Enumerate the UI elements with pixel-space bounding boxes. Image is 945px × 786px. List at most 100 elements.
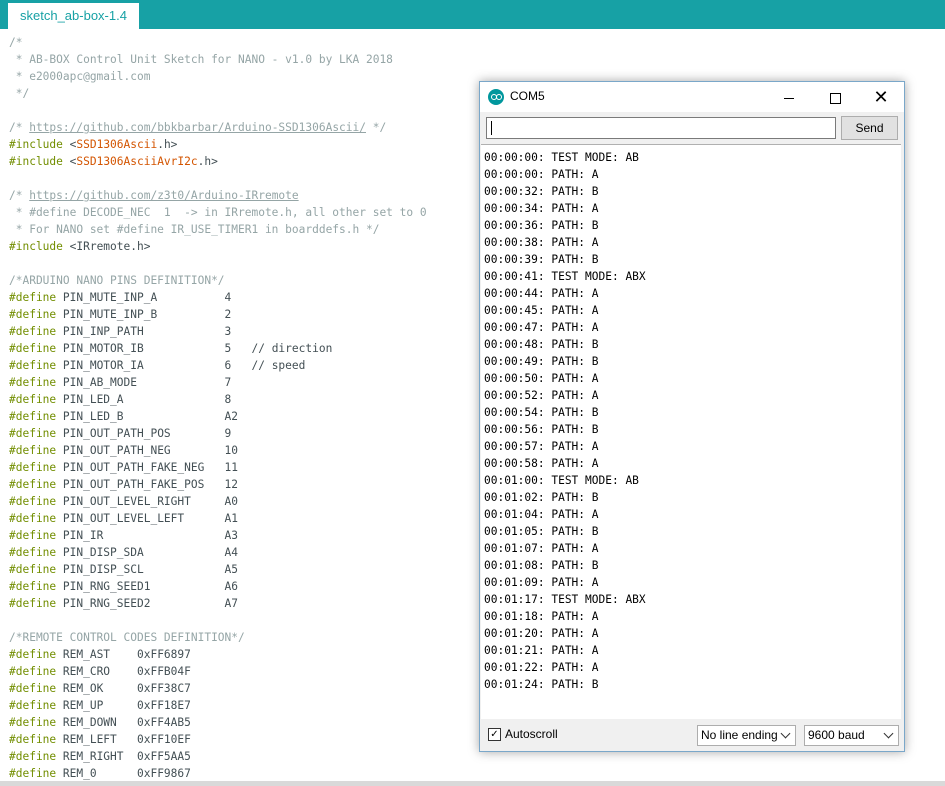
editor-bottom-strip (0, 781, 945, 786)
code-token: PIN_INP_PATH 3 (56, 325, 232, 338)
code-token: */ (9, 87, 30, 100)
code-token: #define (9, 750, 57, 763)
code-token: PIN_OUT_PATH_POS 9 (56, 427, 232, 440)
code-token: PIN_OUT_PATH_FAKE_POS 12 (56, 478, 239, 491)
code-token: PIN_DISP_SDA A4 (56, 546, 239, 559)
serial-output-line: 00:01:24: PATH: B (484, 678, 599, 691)
code-token[interactable]: https://github.com/z3t0/Arduino-IRremote (29, 189, 298, 202)
code-line: #define PIN_OUT_LEVEL_LEFT A1 (9, 510, 238, 527)
code-token: #define (9, 563, 57, 576)
code-line: #define PIN_MUTE_INP_B 2 (9, 306, 231, 323)
chevron-down-icon (780, 728, 791, 739)
code-token: #define (9, 580, 57, 593)
code-token: .h> (157, 138, 178, 151)
code-token: #define (9, 682, 57, 695)
code-token: PIN_OUT_LEVEL_LEFT A1 (56, 512, 239, 525)
code-token: #define (9, 767, 57, 780)
serial-output-line: 00:00:38: PATH: A (484, 236, 599, 249)
code-token: PIN_RNG_SEED1 A6 (56, 580, 239, 593)
code-token: #define (9, 665, 57, 678)
code-token: < (62, 138, 77, 151)
code-token: #define (9, 325, 57, 338)
code-line: /*REMOTE CONTROL CODES DEFINITION*/ (9, 629, 245, 646)
code-token: REM_0 0xFF9867 (56, 767, 191, 780)
serial-output-line: 00:00:39: PATH: B (484, 253, 599, 266)
tab-sketch[interactable]: sketch_ab-box-1.4 (8, 3, 139, 29)
code-line: #define PIN_MOTOR_IA 6 // speed (9, 357, 305, 374)
code-token: #define (9, 461, 57, 474)
code-token: PIN_IR A3 (56, 529, 239, 542)
serial-output-line: 00:00:34: PATH: A (484, 202, 599, 215)
code-line: #define PIN_LED_B A2 (9, 408, 238, 425)
serial-monitor-titlebar[interactable]: COM5 ✕ (480, 82, 904, 112)
code-token: #define (9, 512, 57, 525)
code-token: /*ARDUINO NANO PINS DEFINITION*/ (9, 274, 225, 287)
serial-input[interactable] (486, 117, 836, 139)
serial-output-line: 00:00:54: PATH: B (484, 406, 599, 419)
serial-output-line: 00:00:52: PATH: A (484, 389, 599, 402)
code-line: * #define DECODE_NEC 1 -> in IRremote.h,… (9, 204, 427, 221)
code-token: #define (9, 597, 57, 610)
code-line: #define PIN_OUT_PATH_FAKE_NEG 11 (9, 459, 238, 476)
code-line: #define REM_AST 0xFF6897 (9, 646, 191, 663)
code-token: /* (9, 36, 23, 49)
code-line: #define PIN_OUT_PATH_FAKE_POS 12 (9, 476, 238, 493)
code-token: #define (9, 529, 57, 542)
tab-bar: sketch_ab-box-1.4 (0, 0, 945, 29)
close-icon[interactable]: ✕ (858, 82, 904, 112)
code-line: #define PIN_DISP_SDA A4 (9, 544, 238, 561)
code-line: /* https://github.com/z3t0/Arduino-IRrem… (9, 187, 299, 204)
code-token: REM_UP 0xFF18E7 (56, 699, 191, 712)
serial-output-line: 00:00:57: PATH: A (484, 440, 599, 453)
code-token: #define (9, 478, 57, 491)
code-line: #define PIN_OUT_PATH_POS 9 (9, 425, 231, 442)
code-token: #define (9, 291, 57, 304)
code-token: REM_AST 0xFF6897 (56, 648, 191, 661)
serial-output-line: 00:00:47: PATH: A (484, 321, 599, 334)
serial-output-line: 00:01:05: PATH: B (484, 525, 599, 538)
window-title: COM5 (510, 89, 545, 103)
serial-output-line: 00:00:49: PATH: B (484, 355, 599, 368)
serial-output-line: 00:01:17: TEST MODE: ABX (484, 593, 646, 606)
code-line: #define PIN_MUTE_INP_A 4 (9, 289, 231, 306)
baud-rate-select[interactable]: 9600 baud (804, 725, 899, 746)
code-token: * For NANO set #define IR_USE_TIMER1 in … (9, 223, 380, 236)
code-line: /* https://github.com/bbkbarbar/Arduino-… (9, 119, 386, 136)
code-line: #define PIN_AB_MODE 7 (9, 374, 231, 391)
serial-output-line: 00:01:22: PATH: A (484, 661, 599, 674)
maximize-icon[interactable] (812, 82, 858, 112)
code-token: #define (9, 393, 57, 406)
code-line: #define REM_DOWN 0xFF4AB5 (9, 714, 191, 731)
serial-output-line: 00:00:00: PATH: A (484, 168, 599, 181)
text-caret (491, 121, 492, 135)
serial-output-line: 00:01:00: TEST MODE: AB (484, 474, 639, 487)
code-token: #include (9, 155, 63, 168)
send-button[interactable]: Send (841, 116, 898, 140)
code-line: #define PIN_MOTOR_IB 5 // direction (9, 340, 332, 357)
code-line: /*ARDUINO NANO PINS DEFINITION*/ (9, 272, 225, 289)
line-ending-select[interactable]: No line ending (697, 725, 796, 746)
code-token: PIN_MUTE_INP_A 4 (56, 291, 232, 304)
code-token: REM_RIGHT 0xFF5AA5 (56, 750, 191, 763)
code-token: * e2000apc@gmail.com (9, 70, 151, 83)
code-token: PIN_MOTOR_IB 5 // direction (56, 342, 333, 355)
serial-output-line: 00:01:04: PATH: A (484, 508, 599, 521)
code-token: /* (9, 189, 30, 202)
serial-output-line: 00:00:32: PATH: B (484, 185, 599, 198)
minimize-icon[interactable] (766, 82, 812, 112)
code-token: SSD1306Ascii (76, 138, 158, 151)
code-line: * e2000apc@gmail.com (9, 68, 151, 85)
code-line: #define REM_RIGHT 0xFF5AA5 (9, 748, 191, 765)
code-line: #include <SSD1306Ascii.h> (9, 136, 177, 153)
code-token: #define (9, 376, 57, 389)
code-token: PIN_OUT_PATH_NEG 10 (56, 444, 239, 457)
serial-output[interactable]: 00:00:00: TEST MODE: AB 00:00:00: PATH: A… (481, 144, 901, 719)
code-line: #define PIN_DISP_SCL A5 (9, 561, 238, 578)
code-token[interactable]: https://github.com/bbkbarbar/Arduino-SSD… (29, 121, 366, 134)
code-token: #define (9, 427, 57, 440)
code-line: #define REM_OK 0xFF38C7 (9, 680, 191, 697)
code-line: #define REM_LEFT 0xFF10EF (9, 731, 191, 748)
code-token: PIN_MUTE_INP_B 2 (56, 308, 232, 321)
code-token: #define (9, 716, 57, 729)
autoscroll-checkbox[interactable]: ✓ (488, 728, 501, 741)
